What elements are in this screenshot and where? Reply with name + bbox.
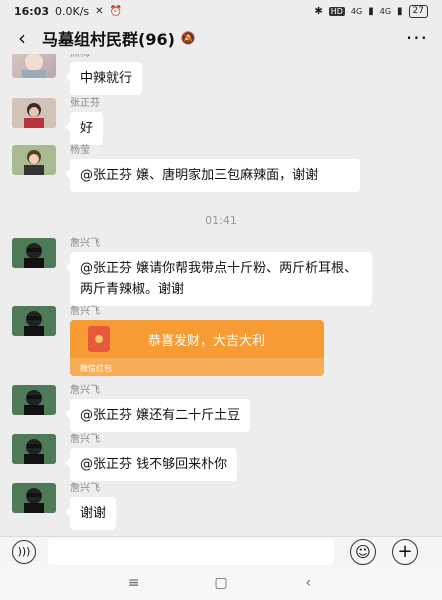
chat-header: ‹ 马墓组村民群(96) 🔕 ··· [0, 22, 442, 54]
sender-name: 詹兴飞 [70, 483, 100, 494]
signal-bars-icon-2: ▮ [397, 5, 403, 17]
signal-4g-icon: 4G [350, 6, 363, 16]
status-speed: 0.0K/s [55, 4, 90, 18]
signal-bars-icon: ▮ [368, 5, 374, 17]
voice-button[interactable]: ))) [12, 539, 36, 564]
red-packet-icon [88, 326, 110, 352]
chat-area[interactable]: 熊梅 中辣就行 张正芬 好 杨莹 @张正芬 嬢、唐明家加三包麻辣面，谢谢 01:… [0, 54, 442, 536]
signal-4g-icon-2: 4G [379, 6, 392, 16]
voice-icon: ))) [17, 545, 31, 558]
home-button[interactable]: ▢ [206, 575, 236, 591]
avatar[interactable] [12, 434, 56, 464]
avatar[interactable] [12, 238, 56, 268]
message-bubble[interactable]: 谢谢 [64, 497, 117, 530]
avatar[interactable] [12, 145, 56, 175]
alarm-icon: ⏰ [109, 5, 123, 17]
hd-badge: HD [328, 6, 345, 16]
message-item: 詹兴飞 谢谢 [12, 483, 117, 530]
sync-off-icon: ✕ [95, 5, 104, 17]
input-bar: ))) ☺ + [0, 536, 442, 566]
chat-title: 马墓组村民群(96) [42, 30, 175, 49]
menu-icon: ≡ [127, 575, 140, 591]
message-item: 熊梅 中辣就行 [12, 54, 143, 95]
message-bubble[interactable]: @张正芬 嬢、唐明家加三包麻辣面，谢谢 [65, 159, 360, 192]
message-item: 詹兴飞 @张正芬 嬢还有二十斤土豆 [12, 385, 251, 432]
red-packet-card[interactable]: 恭喜发财，大吉大利 微信红包 [70, 320, 324, 376]
message-item: 张正芬 好 [12, 98, 104, 145]
plus-button[interactable]: + [392, 538, 418, 565]
avatar[interactable] [12, 483, 56, 513]
message-item: 詹兴飞 @张正芬 钱不够回来朴你 [12, 434, 238, 481]
sender-name: 詹兴飞 [70, 238, 100, 249]
status-bar: 16:03 0.0K/s ✕ ⏰ ✱ HD 4G ▮ 4G ▮ 27 [0, 0, 442, 22]
menu-button[interactable]: ≡ [119, 575, 149, 591]
battery-icon: 27 [408, 4, 428, 18]
status-time: 16:03 [14, 4, 50, 18]
sender-name: 詹兴飞 [70, 306, 100, 317]
red-packet-message: 恭喜发财，大吉大利 [148, 333, 266, 349]
message-bubble[interactable]: @张正芬 嬢请你帮我带点十斤粉、两斤析耳根、两斤青辣椒。谢谢 [65, 252, 372, 306]
emoji-button[interactable]: ☺ [350, 538, 376, 565]
message-bubble[interactable]: @张正芬 嬢还有二十斤土豆 [64, 399, 251, 432]
back-button[interactable]: ‹ [4, 22, 40, 54]
avatar[interactable] [12, 98, 56, 128]
message-bubble[interactable]: 好 [64, 112, 104, 145]
timestamp: 01:41 [205, 214, 237, 227]
sender-name: 杨莹 [70, 145, 90, 156]
emoji-icon: ☺ [355, 542, 371, 561]
message-input[interactable] [48, 538, 334, 565]
sender-name: 詹兴飞 [70, 434, 100, 445]
more-dots-icon: ··· [405, 26, 428, 50]
chevron-left-icon: ‹ [18, 26, 26, 50]
back-icon: ‹ [305, 575, 312, 591]
red-packet-label: 微信红包 [80, 364, 112, 373]
sender-name: 张正芬 [70, 98, 100, 109]
message-bubble[interactable]: 中辣就行 [64, 62, 143, 95]
avatar[interactable] [12, 306, 56, 336]
plus-icon: + [397, 540, 413, 562]
message-item: 詹兴飞 恭喜发财，大吉大利 微信红包 [12, 306, 324, 376]
bell-off-icon: 🔕 [180, 31, 196, 45]
message-bubble[interactable]: @张正芬 钱不够回来朴你 [64, 448, 238, 481]
nav-back-button[interactable]: ‹ [293, 575, 323, 591]
more-button[interactable]: ··· [406, 28, 428, 48]
message-item: 詹兴飞 @张正芬 嬢请你帮我带点十斤粉、两斤析耳根、两斤青辣椒。谢谢 [12, 238, 372, 306]
avatar[interactable] [12, 54, 56, 78]
sender-name: 詹兴飞 [70, 385, 100, 396]
system-nav-bar: ≡ ▢ ‹ [0, 566, 442, 600]
sender-name: 熊梅 [70, 54, 142, 62]
message-item: 杨莹 @张正芬 嬢、唐明家加三包麻辣面，谢谢 [12, 145, 360, 192]
avatar[interactable] [12, 385, 56, 415]
home-icon: ▢ [214, 575, 228, 591]
bluetooth-icon: ✱ [314, 5, 323, 17]
